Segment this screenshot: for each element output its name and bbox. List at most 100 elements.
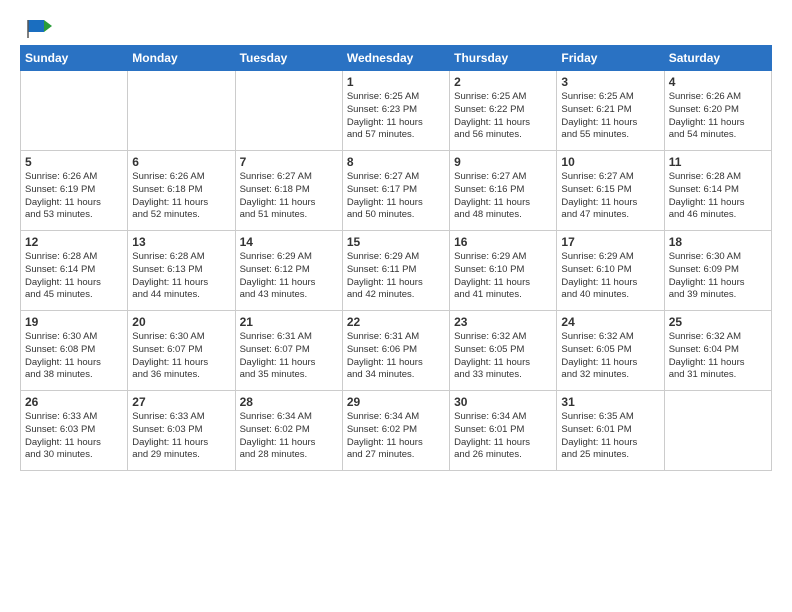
day-info: Sunrise: 6:34 AM Sunset: 6:02 PM Dayligh… bbox=[347, 411, 445, 462]
day-info: Sunrise: 6:31 AM Sunset: 6:06 PM Dayligh… bbox=[347, 331, 445, 382]
day-number: 15 bbox=[347, 235, 445, 249]
day-info: Sunrise: 6:33 AM Sunset: 6:03 PM Dayligh… bbox=[25, 411, 123, 462]
day-number: 8 bbox=[347, 155, 445, 169]
calendar-table: SundayMondayTuesdayWednesdayThursdayFrid… bbox=[20, 45, 772, 471]
day-number: 30 bbox=[454, 395, 552, 409]
day-cell: 13Sunrise: 6:28 AM Sunset: 6:13 PM Dayli… bbox=[128, 231, 235, 311]
day-info: Sunrise: 6:25 AM Sunset: 6:21 PM Dayligh… bbox=[561, 91, 659, 142]
day-cell: 15 Sunrise: 6:29 AM Sunset: 6:11 PM Dayli… bbox=[342, 231, 449, 311]
col-header-saturday: Saturday bbox=[664, 46, 771, 71]
day-info: Sunrise: 6:30 AM Sunset: 6:08 PM Dayligh… bbox=[25, 331, 123, 382]
col-header-thursday: Thursday bbox=[450, 46, 557, 71]
day-cell: 22 Sunrise: 6:31 AM Sunset: 6:06 PM Dayli… bbox=[342, 311, 449, 391]
day-number: 2 bbox=[454, 75, 552, 89]
logo-icon bbox=[24, 18, 52, 40]
day-number: 7 bbox=[240, 155, 338, 169]
day-cell: 7 Sunrise: 6:27 AM Sunset: 6:18 PM Daylig… bbox=[235, 151, 342, 231]
day-number: 21 bbox=[240, 315, 338, 329]
day-info: Sunrise: 6:25 AM Sunset: 6:22 PM Dayligh… bbox=[454, 91, 552, 142]
calendar-week-row: 26 Sunrise: 6:33 AM Sunset: 6:03 PM Dayli… bbox=[21, 391, 772, 471]
day-cell: 20 Sunrise: 6:30 AM Sunset: 6:07 PM Dayli… bbox=[128, 311, 235, 391]
day-cell: 10 Sunrise: 6:27 AM Sunset: 6:15 PM Dayli… bbox=[557, 151, 664, 231]
day-number: 5 bbox=[25, 155, 123, 169]
day-number: 28 bbox=[240, 395, 338, 409]
calendar-header-row: SundayMondayTuesdayWednesdayThursdayFrid… bbox=[21, 46, 772, 71]
calendar-week-row: 5 Sunrise: 6:26 AM Sunset: 6:19 PM Daylig… bbox=[21, 151, 772, 231]
day-info: Sunrise: 6:34 AM Sunset: 6:02 PM Dayligh… bbox=[240, 411, 338, 462]
day-cell: 12 Sunrise: 6:28 AM Sunset: 6:14 PM Dayli… bbox=[21, 231, 128, 311]
logo bbox=[20, 18, 52, 37]
day-number: 29 bbox=[347, 395, 445, 409]
day-cell: 19 Sunrise: 6:30 AM Sunset: 6:08 PM Dayli… bbox=[21, 311, 128, 391]
col-header-friday: Friday bbox=[557, 46, 664, 71]
day-number: 1 bbox=[347, 75, 445, 89]
day-cell: 5 Sunrise: 6:26 AM Sunset: 6:19 PM Daylig… bbox=[21, 151, 128, 231]
day-info: Sunrise: 6:32 AM Sunset: 6:04 PM Dayligh… bbox=[669, 331, 767, 382]
col-header-monday: Monday bbox=[128, 46, 235, 71]
header bbox=[20, 18, 772, 37]
day-number: 22 bbox=[347, 315, 445, 329]
calendar-week-row: 12 Sunrise: 6:28 AM Sunset: 6:14 PM Dayli… bbox=[21, 231, 772, 311]
day-cell: 3Sunrise: 6:25 AM Sunset: 6:21 PM Daylig… bbox=[557, 71, 664, 151]
day-cell: 1 Sunrise: 6:25 AM Sunset: 6:23 PM Daylig… bbox=[342, 71, 449, 151]
day-cell: 17 Sunrise: 6:29 AM Sunset: 6:10 PM Dayli… bbox=[557, 231, 664, 311]
day-cell: 4Sunrise: 6:26 AM Sunset: 6:20 PM Daylig… bbox=[664, 71, 771, 151]
day-cell: 16 Sunrise: 6:29 AM Sunset: 6:10 PM Dayli… bbox=[450, 231, 557, 311]
col-header-wednesday: Wednesday bbox=[342, 46, 449, 71]
day-info: Sunrise: 6:32 AM Sunset: 6:05 PM Dayligh… bbox=[454, 331, 552, 382]
day-number: 23 bbox=[454, 315, 552, 329]
day-cell: 9 Sunrise: 6:27 AM Sunset: 6:16 PM Daylig… bbox=[450, 151, 557, 231]
day-info: Sunrise: 6:27 AM Sunset: 6:16 PM Dayligh… bbox=[454, 171, 552, 222]
day-info: Sunrise: 6:26 AM Sunset: 6:19 PM Dayligh… bbox=[25, 171, 123, 222]
day-number: 12 bbox=[25, 235, 123, 249]
day-number: 11 bbox=[669, 155, 767, 169]
empty-cell bbox=[235, 71, 342, 151]
calendar-week-row: 1 Sunrise: 6:25 AM Sunset: 6:23 PM Daylig… bbox=[21, 71, 772, 151]
day-info: Sunrise: 6:25 AM Sunset: 6:23 PM Dayligh… bbox=[347, 91, 445, 142]
empty-cell bbox=[21, 71, 128, 151]
day-info: Sunrise: 6:32 AM Sunset: 6:05 PM Dayligh… bbox=[561, 331, 659, 382]
col-header-tuesday: Tuesday bbox=[235, 46, 342, 71]
day-cell: 25 Sunrise: 6:32 AM Sunset: 6:04 PM Dayli… bbox=[664, 311, 771, 391]
day-number: 14 bbox=[240, 235, 338, 249]
day-number: 31 bbox=[561, 395, 659, 409]
day-number: 6 bbox=[132, 155, 230, 169]
day-info: Sunrise: 6:29 AM Sunset: 6:11 PM Dayligh… bbox=[347, 251, 445, 302]
day-info: Sunrise: 6:33 AM Sunset: 6:03 PM Dayligh… bbox=[132, 411, 230, 462]
day-number: 9 bbox=[454, 155, 552, 169]
day-info: Sunrise: 6:26 AM Sunset: 6:18 PM Dayligh… bbox=[132, 171, 230, 222]
day-info: Sunrise: 6:29 AM Sunset: 6:10 PM Dayligh… bbox=[454, 251, 552, 302]
day-info: Sunrise: 6:31 AM Sunset: 6:07 PM Dayligh… bbox=[240, 331, 338, 382]
day-cell: 30 Sunrise: 6:34 AM Sunset: 6:01 PM Dayli… bbox=[450, 391, 557, 471]
day-cell: 2 Sunrise: 6:25 AM Sunset: 6:22 PM Daylig… bbox=[450, 71, 557, 151]
empty-cell bbox=[128, 71, 235, 151]
day-cell: 29 Sunrise: 6:34 AM Sunset: 6:02 PM Dayli… bbox=[342, 391, 449, 471]
day-cell: 11 Sunrise: 6:28 AM Sunset: 6:14 PM Dayli… bbox=[664, 151, 771, 231]
day-info: Sunrise: 6:30 AM Sunset: 6:07 PM Dayligh… bbox=[132, 331, 230, 382]
day-number: 20 bbox=[132, 315, 230, 329]
day-number: 25 bbox=[669, 315, 767, 329]
day-info: Sunrise: 6:28 AM Sunset: 6:14 PM Dayligh… bbox=[669, 171, 767, 222]
day-info: Sunrise: 6:30 AM Sunset: 6:09 PM Dayligh… bbox=[669, 251, 767, 302]
day-number: 10 bbox=[561, 155, 659, 169]
day-number: 26 bbox=[25, 395, 123, 409]
day-info: Sunrise: 6:34 AM Sunset: 6:01 PM Dayligh… bbox=[454, 411, 552, 462]
day-number: 18 bbox=[669, 235, 767, 249]
day-number: 19 bbox=[25, 315, 123, 329]
day-number: 24 bbox=[561, 315, 659, 329]
day-cell: 24 Sunrise: 6:32 AM Sunset: 6:05 PM Dayli… bbox=[557, 311, 664, 391]
day-info: Sunrise: 6:27 AM Sunset: 6:18 PM Dayligh… bbox=[240, 171, 338, 222]
day-info: Sunrise: 6:27 AM Sunset: 6:15 PM Dayligh… bbox=[561, 171, 659, 222]
day-info: Sunrise: 6:29 AM Sunset: 6:10 PM Dayligh… bbox=[561, 251, 659, 302]
day-number: 4 bbox=[669, 75, 767, 89]
day-number: 17 bbox=[561, 235, 659, 249]
day-cell: 6 Sunrise: 6:26 AM Sunset: 6:18 PM Daylig… bbox=[128, 151, 235, 231]
calendar-week-row: 19 Sunrise: 6:30 AM Sunset: 6:08 PM Dayli… bbox=[21, 311, 772, 391]
day-cell: 23 Sunrise: 6:32 AM Sunset: 6:05 PM Dayli… bbox=[450, 311, 557, 391]
day-number: 13 bbox=[132, 235, 230, 249]
day-cell: 28 Sunrise: 6:34 AM Sunset: 6:02 PM Dayli… bbox=[235, 391, 342, 471]
day-info: Sunrise: 6:28 AM Sunset: 6:14 PM Dayligh… bbox=[25, 251, 123, 302]
day-number: 16 bbox=[454, 235, 552, 249]
empty-cell bbox=[664, 391, 771, 471]
day-cell: 14Sunrise: 6:29 AM Sunset: 6:12 PM Dayli… bbox=[235, 231, 342, 311]
